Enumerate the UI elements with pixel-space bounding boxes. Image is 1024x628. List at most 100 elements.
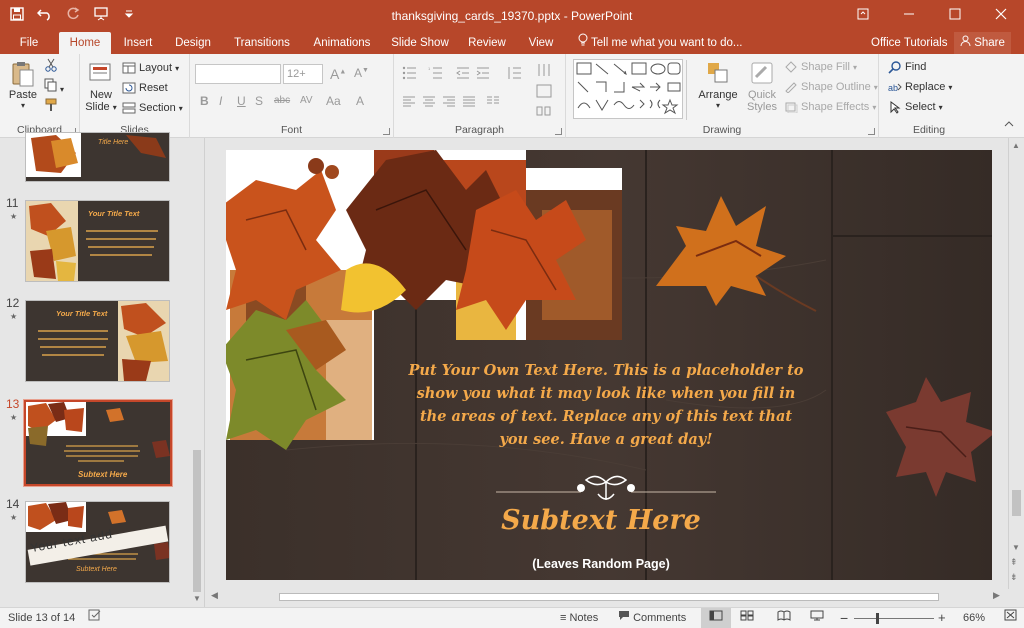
bold-button[interactable]: B <box>200 94 209 108</box>
shrink-font-icon[interactable]: A▼ <box>354 66 369 80</box>
notes-button[interactable]: ≡ Notes <box>560 608 598 628</box>
maximize-icon[interactable] <box>932 0 978 32</box>
text-direction-icon[interactable] <box>536 62 552 81</box>
ribbon-display-icon[interactable] <box>840 0 886 32</box>
scroll-up-icon[interactable]: ▲ <box>1012 141 1020 150</box>
numbering-icon[interactable]: 1 <box>428 66 448 83</box>
layout-button[interactable]: Layout ▾ <box>122 59 179 77</box>
spacing-button[interactable]: AV <box>300 95 313 106</box>
thumbnail-scroll-thumb[interactable] <box>193 450 201 592</box>
spell-check-icon[interactable] <box>88 608 102 628</box>
zoom-in-icon[interactable]: + <box>938 608 946 628</box>
font-size-box[interactable]: 12+ <box>283 64 323 84</box>
slide-thumbnail-10[interactable]: Title Here <box>25 132 170 182</box>
grow-font-icon[interactable]: A▲ <box>330 66 346 82</box>
shape-effects-button[interactable]: Shape Effects ▾ <box>784 98 876 116</box>
previous-slide-icon[interactable]: ⇞ <box>1010 557 1018 568</box>
slide-thumbnail-12[interactable]: Your Title Text <box>25 300 170 382</box>
shape-outline-label: Shape Outline <box>801 81 871 93</box>
slide-thumbnail-14[interactable]: Your text add Subtext Here <box>25 501 170 583</box>
horizontal-scrollbar[interactable]: ◀ ▶ <box>207 589 1006 605</box>
section-button[interactable]: Section ▾ <box>122 99 183 117</box>
change-case-button[interactable]: Aa <box>326 94 341 108</box>
cut-icon[interactable] <box>44 58 58 76</box>
tab-transitions[interactable]: Transitions <box>226 32 298 54</box>
slide-show-view-icon[interactable] <box>810 608 824 628</box>
slide-body-text[interactable]: Put Your Own Text Here. This is a placeh… <box>406 359 806 451</box>
drawing-launcher-icon[interactable] <box>868 128 875 135</box>
close-icon[interactable] <box>978 0 1024 32</box>
tab-view[interactable]: View <box>521 32 561 54</box>
tab-home[interactable]: Home <box>59 32 111 54</box>
paragraph-launcher-icon[interactable] <box>555 128 562 135</box>
align-left-icon[interactable] <box>402 96 416 111</box>
reading-view-icon[interactable] <box>777 608 791 628</box>
slide-thumbnail-13[interactable]: Subtext Here <box>24 400 172 486</box>
strikethrough-button[interactable]: abc <box>274 95 290 106</box>
decrease-indent-icon[interactable] <box>456 66 470 83</box>
font-name-box[interactable] <box>195 64 281 84</box>
tab-animations[interactable]: Animations <box>306 32 378 54</box>
font-color-button[interactable]: A <box>356 94 364 108</box>
arrange-button[interactable]: Arrange ▾ <box>696 60 740 110</box>
fit-slide-icon[interactable] <box>1004 608 1017 628</box>
align-center-icon[interactable] <box>422 96 436 111</box>
slide-caption[interactable]: (Leaves Random Page) <box>426 557 776 571</box>
account-name[interactable]: Office Tutorials <box>871 32 948 54</box>
comments-button[interactable]: Comments <box>618 608 686 628</box>
quick-styles-button[interactable]: Quick Styles <box>742 60 782 113</box>
find-button[interactable]: Find <box>888 58 926 76</box>
slide-canvas[interactable]: Put Your Own Text Here. This is a placeh… <box>226 150 992 580</box>
tab-design[interactable]: Design <box>169 32 217 54</box>
slide-thumbnail-11[interactable]: Your Title Text <box>25 200 170 282</box>
align-text-icon[interactable] <box>536 84 552 101</box>
slide-subtitle[interactable]: Subtext Here <box>426 505 776 536</box>
tab-review[interactable]: Review <box>463 32 511 54</box>
zoom-out-icon[interactable]: − <box>840 608 848 628</box>
zoom-level[interactable]: 66% <box>963 608 985 628</box>
smartart-icon[interactable] <box>536 104 552 121</box>
thumbnail-scrollbar[interactable]: ▼ <box>190 138 204 607</box>
editor-scrollbar[interactable]: ▲ ▼ ⇞ ⇟ <box>1008 138 1023 589</box>
columns-icon[interactable] <box>486 96 500 111</box>
italic-button[interactable]: I <box>219 94 222 108</box>
next-slide-icon[interactable]: ⇟ <box>1010 572 1018 583</box>
slide-sorter-icon[interactable] <box>740 608 754 628</box>
format-painter-icon[interactable] <box>44 98 58 116</box>
font-launcher-icon[interactable] <box>383 128 390 135</box>
minimize-icon[interactable] <box>886 0 932 32</box>
select-button[interactable]: Select ▾ <box>888 98 943 116</box>
bullets-icon[interactable] <box>402 66 422 83</box>
line-spacing-icon[interactable] <box>506 66 522 83</box>
new-slide-button[interactable]: New Slide ▾ <box>84 60 118 113</box>
tell-me-box[interactable]: Tell me what you want to do... <box>578 32 743 54</box>
share-button[interactable]: Share <box>954 32 1011 54</box>
shapes-gallery-scroll[interactable] <box>686 60 692 120</box>
collapse-ribbon-icon[interactable] <box>1004 120 1014 131</box>
zoom-slider-handle[interactable] <box>876 613 879 624</box>
copy-icon[interactable]: ▾ <box>44 78 64 96</box>
zoom-slider[interactable] <box>854 608 934 628</box>
animation-star-icon: ★ <box>10 212 18 221</box>
tab-slide-show[interactable]: Slide Show <box>387 32 453 54</box>
scroll-down-icon[interactable]: ▼ <box>193 594 201 603</box>
justify-icon[interactable] <box>462 96 476 111</box>
scroll-right-icon[interactable]: ▶ <box>993 590 1000 601</box>
tab-insert[interactable]: Insert <box>116 32 160 54</box>
underline-button[interactable]: U <box>237 94 246 108</box>
increase-indent-icon[interactable] <box>476 66 490 83</box>
shapes-gallery[interactable] <box>573 59 683 119</box>
editor-scroll-thumb[interactable] <box>1012 490 1021 516</box>
replace-button[interactable]: ab Replace ▾ <box>888 78 952 96</box>
paste-button[interactable]: Paste ▾ <box>6 60 40 110</box>
horizontal-scroll-thumb[interactable] <box>279 593 939 601</box>
shape-fill-button[interactable]: Shape Fill ▾ <box>784 58 857 76</box>
scroll-down-icon[interactable]: ▼ <box>1012 543 1020 552</box>
normal-view-icon[interactable] <box>701 608 731 628</box>
scroll-left-icon[interactable]: ◀ <box>211 590 218 601</box>
shape-outline-button[interactable]: Shape Outline ▾ <box>784 78 878 96</box>
reset-button[interactable]: Reset <box>122 79 168 97</box>
shadow-button[interactable]: S <box>255 94 263 108</box>
align-right-icon[interactable] <box>442 96 456 111</box>
tab-file[interactable]: File <box>10 32 48 54</box>
